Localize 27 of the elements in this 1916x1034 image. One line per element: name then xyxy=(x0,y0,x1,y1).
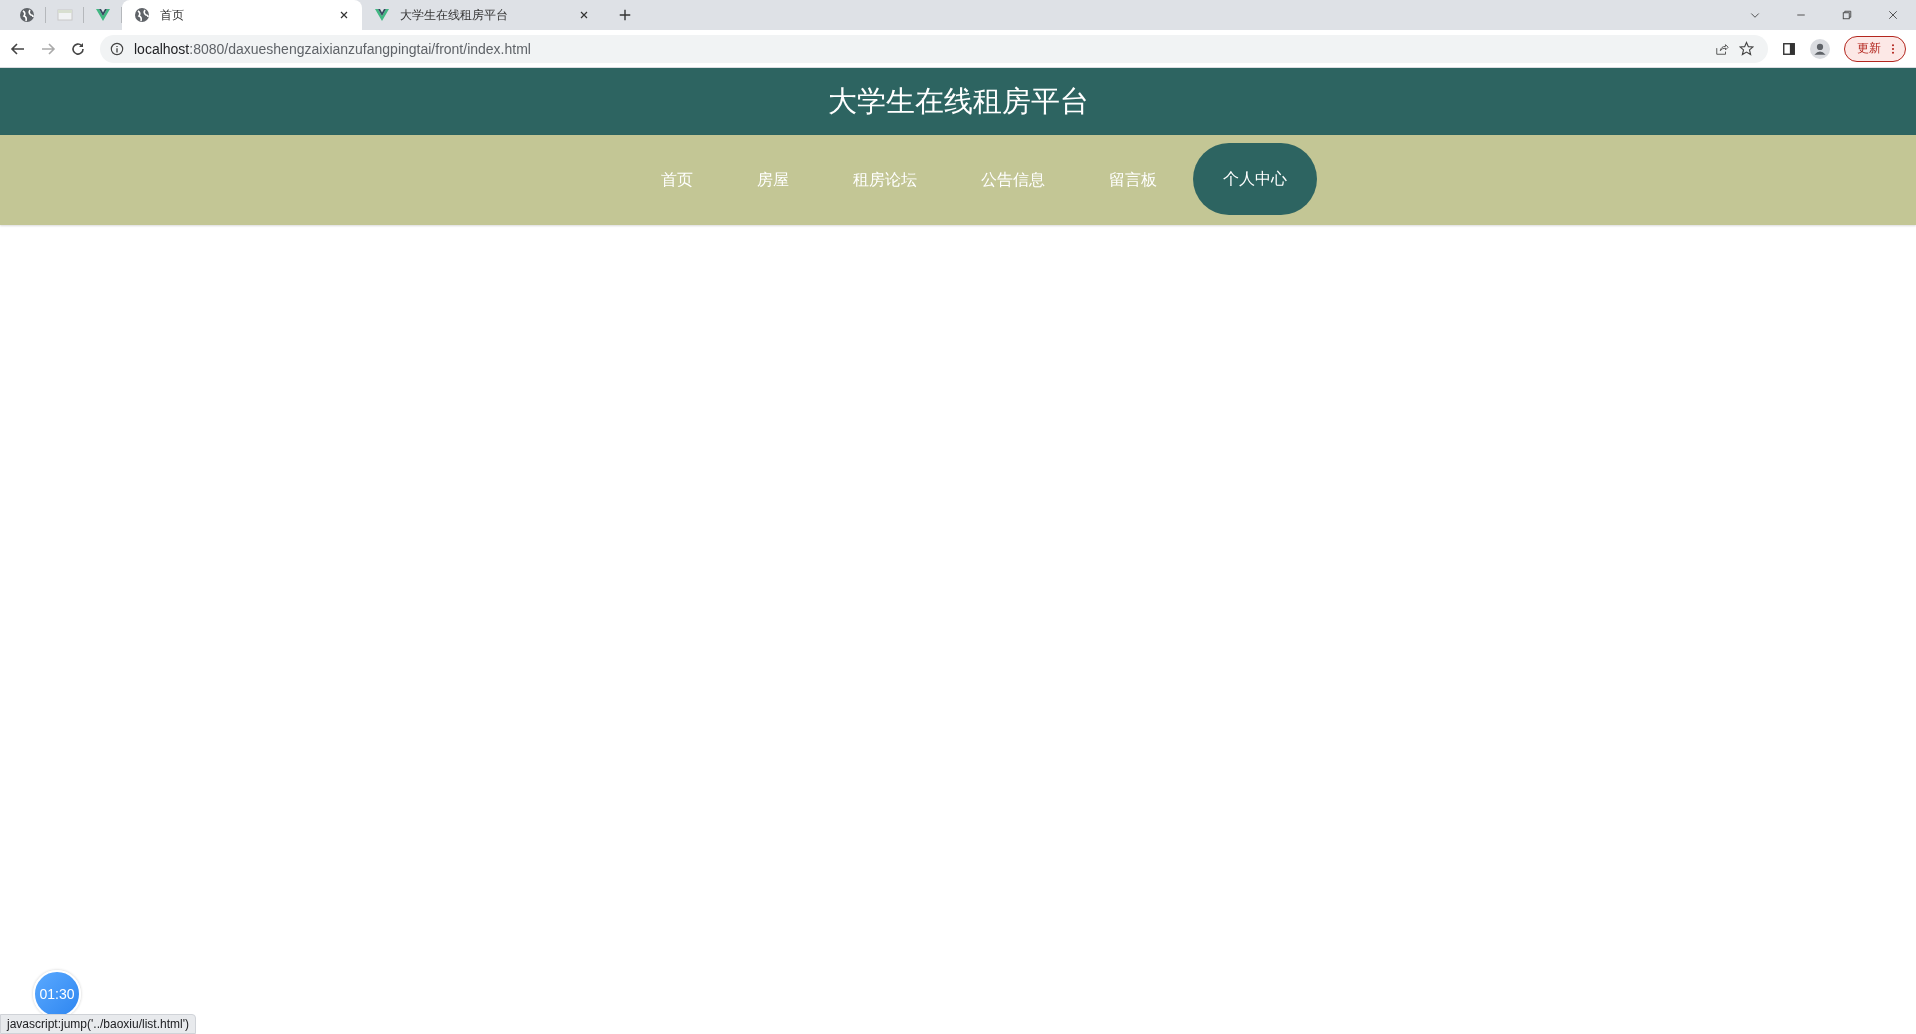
close-icon[interactable] xyxy=(338,9,350,21)
tab-title: 大学生在线租房平台 xyxy=(400,6,509,24)
nav-link[interactable]: 个人中心 xyxy=(1193,143,1317,215)
reload-icon[interactable] xyxy=(70,40,86,57)
restore-icon[interactable] xyxy=(1841,9,1853,21)
info-icon xyxy=(110,41,124,56)
globe-icon xyxy=(18,7,35,23)
update-button[interactable]: 更新 xyxy=(1844,35,1906,62)
page-icon xyxy=(56,7,73,23)
back-arrow-icon[interactable] xyxy=(10,40,26,57)
star-icon[interactable] xyxy=(1739,41,1754,56)
v-logo-icon xyxy=(94,7,111,23)
v-logo-icon xyxy=(374,7,390,23)
close-icon[interactable] xyxy=(578,9,590,21)
tab-title: 首页 xyxy=(160,6,185,24)
site-title: 大学生在线租房平台 xyxy=(827,83,1089,119)
address-bar[interactable]: localhost:8080/daxueshengzaixianzufangpingtai/front/index.html xyxy=(100,34,1768,63)
profile-avatar-icon[interactable] xyxy=(1810,38,1830,59)
browser-tab[interactable]: 首页 xyxy=(122,0,362,30)
side-panel-icon[interactable] xyxy=(1782,41,1796,56)
new-tab-icon[interactable] xyxy=(618,8,632,22)
share-icon[interactable] xyxy=(1715,41,1729,56)
url-text: localhost:8080/daxueshengzaixianzufangpingtai/front/index.html xyxy=(134,40,531,57)
browser-tab[interactable]: 大学生在线租房平台 xyxy=(362,0,602,30)
close-icon[interactable] xyxy=(1887,9,1899,21)
status-url: javascript:jump('../baoxiu/list.html') xyxy=(0,1014,196,1034)
globe-icon xyxy=(134,7,150,23)
